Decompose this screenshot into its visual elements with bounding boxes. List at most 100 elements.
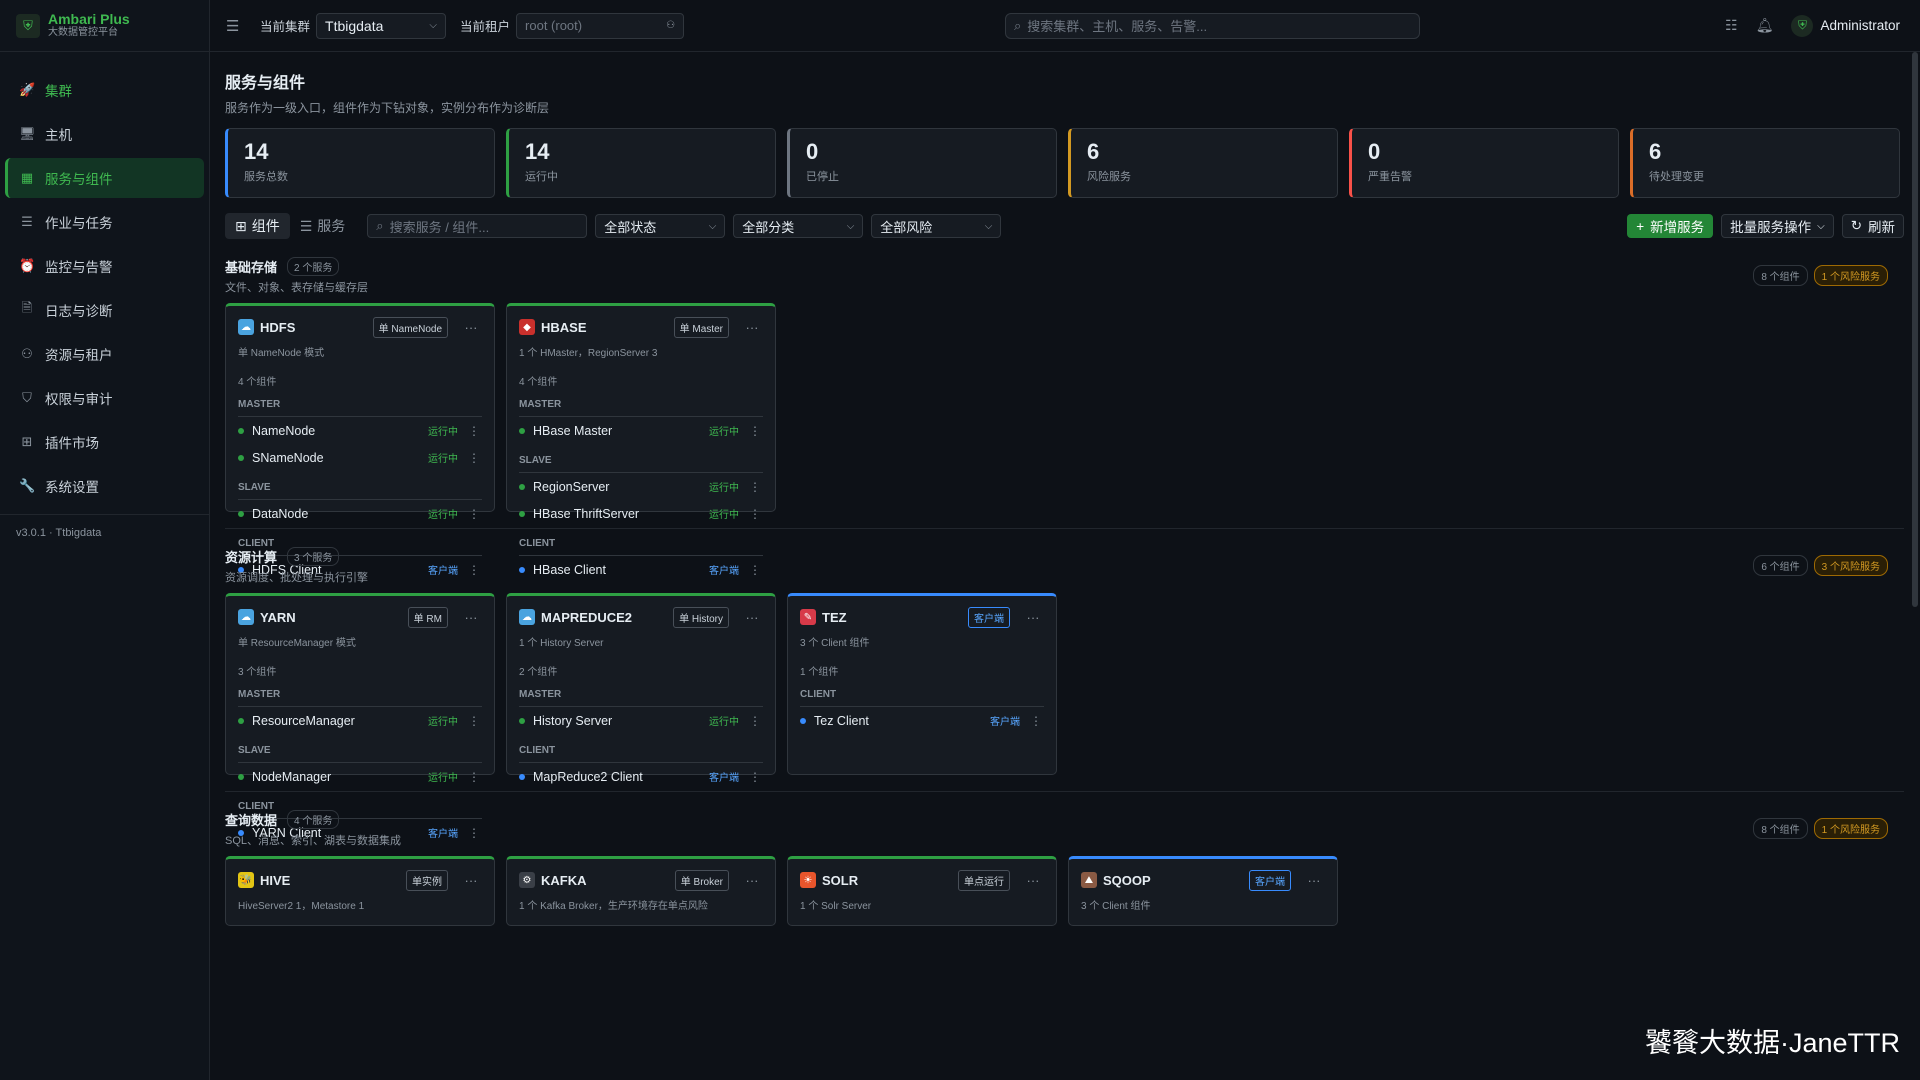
role-header: SLAVE: [519, 455, 763, 473]
component-row[interactable]: ResourceManager 运行中 ⋮: [238, 707, 482, 734]
stat-card[interactable]: 0 严重告警: [1349, 128, 1619, 198]
sidebar-item-4[interactable]: ⏰ 监控与告警: [5, 246, 204, 286]
kebab-menu-icon[interactable]: ⋮: [747, 714, 763, 728]
service-card-solr[interactable]: ☀ SOLR 单点运行 ··· 1 个 Solr Server: [787, 856, 1057, 926]
more-options-icon[interactable]: ···: [460, 610, 482, 625]
service-search-input[interactable]: ⌕ 搜索服务 / 组件...: [367, 214, 588, 238]
service-card-kafka[interactable]: ⚙ KAFKA 单 Broker ··· 1 个 Kafka Broker，生产环境存在…: [506, 856, 776, 926]
user-menu[interactable]: ⛨ Administrator: [1791, 14, 1900, 37]
stat-label: 服务总数: [244, 171, 288, 183]
service-card-hbase[interactable]: ◆ HBASE 单 Master ··· 1 个 HMaster，RegionServe…: [506, 303, 776, 577]
service-card-hive[interactable]: 🐝 HIVE 单实例 ··· HiveServer2 1，Metastore 1: [225, 856, 495, 926]
global-search-input[interactable]: ⌕ 搜索集群、主机、服务、告警...: [1005, 12, 1420, 39]
cluster-select[interactable]: Ttbigdata ⌵: [316, 12, 447, 39]
component-row[interactable]: DataNode 运行中 ⋮: [238, 500, 482, 527]
component-status: 运行中: [428, 427, 458, 438]
tenant-select[interactable]: root (root) ⚇: [516, 12, 685, 39]
sidebar-item-1[interactable]: 🖥 主机: [5, 114, 204, 154]
component-row[interactable]: NodeManager 运行中 ⋮: [238, 763, 482, 790]
component-row[interactable]: HBase Master 运行中 ⋮: [519, 417, 763, 444]
kebab-menu-icon[interactable]: ⋮: [747, 424, 763, 438]
kebab-menu-icon[interactable]: ⋮: [747, 480, 763, 494]
component-row[interactable]: Tez Client 客户端 ⋮: [800, 707, 1044, 734]
stat-card[interactable]: 6 待处理变更: [1630, 128, 1900, 198]
section-desc: 文件、对象、表存储与缓存层: [225, 282, 368, 294]
kebab-menu-icon[interactable]: ⋮: [466, 770, 482, 784]
component-row[interactable]: NameNode 运行中 ⋮: [238, 417, 482, 444]
nav-1-icon: 🖥: [19, 126, 36, 141]
sidebar-item-9[interactable]: 🔧 系统设置: [5, 466, 204, 506]
stat-card[interactable]: 0 已停止: [787, 128, 1057, 198]
more-options-icon[interactable]: ···: [741, 610, 763, 625]
card-header: ◆ HBASE 单 Master ···: [519, 316, 763, 338]
stat-card[interactable]: 14 服务总数: [225, 128, 495, 198]
status-dot: [519, 510, 525, 517]
sidebar-item-2[interactable]: ▦ 服务与组件: [5, 158, 204, 198]
more-options-icon[interactable]: ···: [460, 320, 482, 335]
task-list-icon[interactable]: ☷: [1725, 17, 1738, 34]
role-header: MASTER: [238, 689, 482, 707]
sidebar-item-8[interactable]: ⊞ 插件市场: [5, 422, 204, 462]
service-card-mapreduce2[interactable]: ☁ MAPREDUCE2 单 History ··· 1 个 History Serve…: [506, 593, 776, 784]
more-options-icon[interactable]: ···: [741, 873, 763, 888]
sidebar-toggle-icon[interactable]: ☰: [226, 17, 246, 35]
sidebar-item-7[interactable]: ⛉ 权限与审计: [5, 378, 204, 418]
status-filter[interactable]: 全部状态 ⌵: [595, 214, 726, 238]
add-service-button[interactable]: + 新增服务: [1627, 214, 1714, 238]
risk-badge[interactable]: 3 个风险服务: [1813, 555, 1888, 576]
risk-filter[interactable]: 全部风险 ⌵: [871, 214, 1002, 238]
sidebar-item-0[interactable]: 🚀 集群: [5, 70, 204, 110]
component-row[interactable]: HBase ThriftServer 运行中 ⋮: [519, 500, 763, 527]
more-options-icon[interactable]: ···: [741, 320, 763, 335]
view-components-tab[interactable]: ⊞ 组件: [225, 213, 290, 239]
component-status: 运行中: [428, 454, 458, 465]
component-row[interactable]: SNameNode 运行中 ⋮: [238, 444, 482, 471]
sidebar-item-6[interactable]: ⚇ 资源与租户: [5, 334, 204, 374]
view-services-tab[interactable]: ☰ 服务: [290, 213, 356, 239]
kebab-menu-icon[interactable]: ⋮: [747, 770, 763, 784]
service-section: 查询数据 4 个服务 SQL、消息、索引、湖表与数据集成 8 个组件 1 个风险服务 🐝 H…: [225, 810, 1904, 926]
sidebar-item-3[interactable]: ☰ 作业与任务: [5, 202, 204, 242]
section-desc: 资源调度、批处理与执行引擎: [225, 572, 368, 584]
more-options-icon[interactable]: ···: [1303, 873, 1325, 888]
bell-icon[interactable]: 🔔︎: [1756, 17, 1774, 34]
component-row[interactable]: MapReduce2 Client 客户端 ⋮: [519, 763, 763, 790]
refresh-button[interactable]: ↻ 刷新: [1841, 214, 1904, 238]
section-divider: [225, 791, 1904, 792]
kebab-menu-icon[interactable]: ⋮: [1028, 714, 1044, 728]
card-header: ⚙ KAFKA 单 Broker ···: [519, 869, 763, 891]
toolbar: ⊞ 组件 ☰ 服务 ⌕ 搜索服务 / 组件... 全部状态 ⌵ 全部分类 ⌵ 全…: [225, 213, 1904, 239]
service-card-yarn[interactable]: ☁ YARN 单 RM ··· 单 ResourceManager 模式 3 个组件 MAS…: [225, 593, 495, 840]
more-options-icon[interactable]: ···: [1022, 873, 1044, 888]
component-row[interactable]: RegionServer 运行中 ⋮: [519, 473, 763, 500]
kebab-menu-icon[interactable]: ⋮: [466, 451, 482, 465]
service-cards: 🐝 HIVE 单实例 ··· HiveServer2 1，Metastore 1 ⚙ KAF…: [225, 856, 1904, 926]
component-row[interactable]: History Server 运行中 ⋮: [519, 707, 763, 734]
batch-ops-button[interactable]: 批量服务操作 ⌵: [1721, 214, 1834, 238]
service-card-hdfs[interactable]: ☁ HDFS 单 NameNode ··· 单 NameNode 模式 4 个组件 MAST…: [225, 303, 495, 577]
kebab-menu-icon[interactable]: ⋮: [466, 424, 482, 438]
more-options-icon[interactable]: ···: [1022, 610, 1044, 625]
service-name: TEZ: [822, 609, 847, 625]
deployment-tag: 单 Broker: [674, 869, 729, 891]
risk-badge[interactable]: 1 个风险服务: [1813, 265, 1888, 286]
kebab-menu-icon[interactable]: ⋮: [466, 714, 482, 728]
brand[interactable]: ⛨ Ambari Plus 大数据管控平台: [0, 0, 209, 52]
service-card-tez[interactable]: ✎ TEZ 客户端 ··· 3 个 Client 组件 1 个组件 CLIENT Tez Cl…: [787, 593, 1057, 775]
more-options-icon[interactable]: ···: [460, 873, 482, 888]
kebab-menu-icon[interactable]: ⋮: [466, 507, 482, 521]
sidebar: ⛨ Ambari Plus 大数据管控平台 🚀 集群 🖥 主机 ▦ 服务与组件 ☰ 作业与任务…: [0, 0, 210, 1080]
service-card-sqoop[interactable]: ⛰ SQOOP 客户端 ··· 3 个 Client 组件: [1068, 856, 1338, 926]
brand-subtitle: 大数据管控平台: [48, 27, 118, 38]
service-sections: 基础存储 2 个服务 文件、对象、表存储与缓存层 8 个组件 1 个风险服务 ☁ HDFS 单…: [225, 257, 1904, 926]
nav-5-icon: 🗎: [21, 300, 33, 315]
sidebar-item-5[interactable]: 🗎 日志与诊断: [5, 290, 204, 330]
stat-card[interactable]: 6 风险服务: [1068, 128, 1338, 198]
section-title: 查询数据: [225, 813, 278, 828]
risk-badge[interactable]: 1 个风险服务: [1813, 818, 1888, 839]
view-services-label: 服务: [317, 218, 346, 234]
deployment-tag: 客户端: [1249, 869, 1291, 891]
kebab-menu-icon[interactable]: ⋮: [747, 507, 763, 521]
stat-card[interactable]: 14 运行中: [506, 128, 776, 198]
category-filter[interactable]: 全部分类 ⌵: [733, 214, 864, 238]
